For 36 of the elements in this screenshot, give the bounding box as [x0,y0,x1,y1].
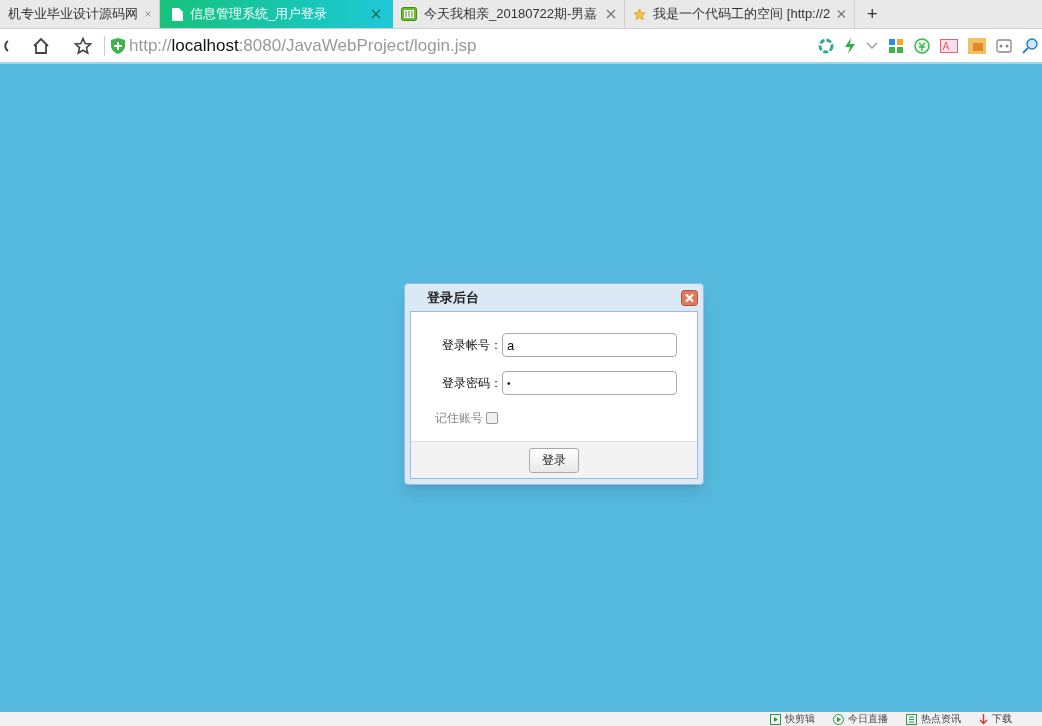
lightning-icon[interactable] [844,37,856,54]
coin-shield-icon[interactable] [914,37,930,54]
new-tab-button[interactable]: + [855,0,890,28]
play-circle-icon [833,713,844,725]
home-icon[interactable] [32,36,50,55]
video-icon [401,7,417,21]
close-icon[interactable] [145,9,151,19]
search-icon[interactable] [1022,37,1038,54]
close-icon[interactable] [371,9,381,19]
page-icon [172,7,183,21]
field-label: 登录密码： [441,375,502,392]
status-bar-item[interactable]: 热点资讯 [906,713,961,725]
shield-icon [111,37,125,54]
browser-tab[interactable]: 我是一个代码工的空间 [http://2 [625,0,855,28]
field-label: 登录帐号： [441,337,502,354]
password-field[interactable]: • [502,371,677,395]
status-bar-item[interactable]: 快剪辑 [770,713,815,725]
star-icon [633,6,647,22]
dialog-title: 登录后台 [427,288,479,307]
account-field[interactable]: a [502,333,677,357]
close-icon[interactable] [837,9,846,19]
close-icon[interactable] [606,9,616,19]
news-icon [906,713,917,725]
browser-tab[interactable]: 今天我相亲_20180722期-男嘉 [393,0,625,28]
close-icon[interactable] [681,289,698,306]
star-icon[interactable] [74,36,92,55]
play-box-icon [770,713,781,725]
login-button[interactable]: 登录 [529,447,579,473]
apps-icon[interactable] [888,37,904,54]
remember-label: 记住账号 [435,410,483,427]
status-bar-item[interactable]: 下载 [979,713,1012,725]
remember-checkbox[interactable] [486,412,498,424]
recycle-icon[interactable] [818,37,834,54]
download-icon [979,713,988,725]
chevron-down-icon[interactable] [866,41,878,50]
status-bar-item[interactable]: 今日直播 [833,713,888,725]
